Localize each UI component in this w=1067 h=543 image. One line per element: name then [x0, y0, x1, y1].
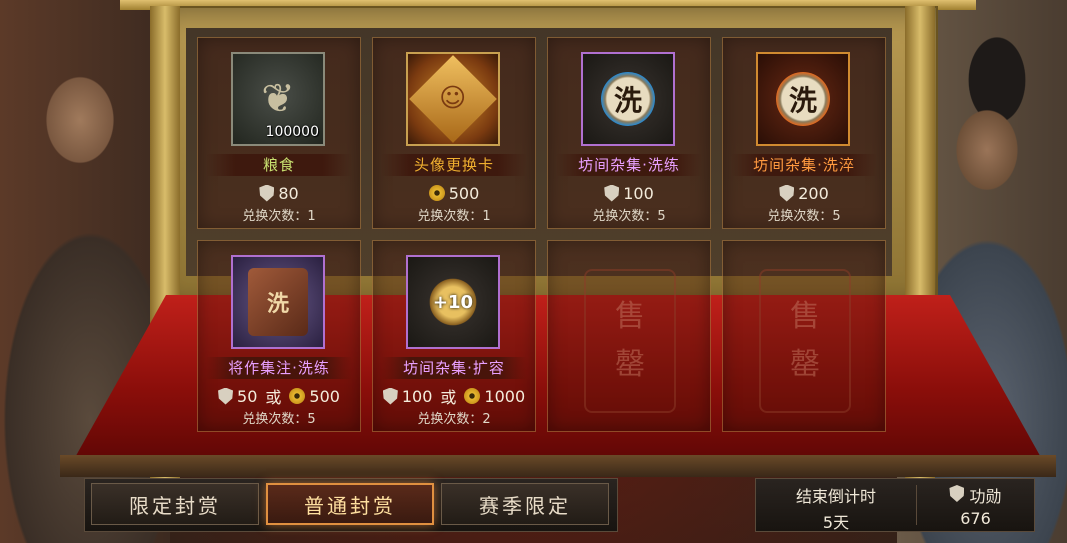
refine-fire-glyph: 洗	[776, 72, 830, 126]
merit-shield-icon	[382, 387, 398, 405]
sold-out-seal: 售 罄	[584, 269, 676, 413]
merit-shield-icon	[259, 184, 275, 202]
price-shield-value: 100	[623, 183, 654, 203]
book-glyph: 洗	[248, 268, 308, 336]
tab-season-limited[interactable]: 赛季限定	[441, 483, 609, 525]
exchange-count: 兑换次数：2	[417, 412, 491, 427]
shop-item-grain[interactable]: ❦ 100000 粮食 80 兑换次数：1	[197, 37, 361, 229]
merit-shield-icon	[949, 485, 965, 502]
refine-glyph: 洗	[601, 72, 655, 126]
avatar-card-glyph: ☺	[409, 55, 497, 143]
item-name: 坊间杂集·洗练	[556, 154, 702, 176]
sold-out-char: 售	[790, 299, 820, 334]
item-name: 坊间杂集·洗淬	[731, 154, 877, 176]
grain-glyph: ❦	[261, 76, 295, 122]
countdown-block: 结束倒计时 5天	[756, 483, 916, 533]
coin-icon	[464, 388, 481, 404]
tab-normal-reward[interactable]: 普通封赏	[266, 483, 434, 525]
countdown-label: 结束倒计时	[795, 487, 876, 506]
book-icon: 洗	[231, 255, 325, 349]
info-panel: 结束倒计时 5天 功勋 676	[755, 478, 1035, 532]
grain-icon: ❦ 100000	[231, 52, 325, 146]
avatar-card-icon: ☺	[406, 52, 500, 146]
price-or: 或	[440, 388, 457, 407]
bag-icon: +10	[406, 255, 500, 349]
item-price: 100	[548, 182, 710, 204]
item-price: 80	[198, 182, 360, 204]
countdown-value: 5天	[822, 513, 850, 532]
coin-icon	[428, 185, 445, 201]
item-price: 200	[723, 182, 885, 204]
refine-fire-icon: 洗	[756, 52, 850, 146]
item-name: 坊间杂集·扩容	[381, 357, 527, 379]
price-or: 或	[265, 388, 282, 407]
coin-icon	[289, 388, 306, 404]
price-shield-value: 80	[278, 183, 299, 203]
sold-out-char: 售	[615, 299, 645, 334]
merit-label: 功勋	[969, 487, 1002, 506]
item-quantity: 100000	[265, 124, 319, 140]
shop-item-refine-fire[interactable]: 洗 坊间杂集·洗淬 200 兑换次数：5	[722, 37, 886, 229]
price-coin-value: 1000	[484, 386, 526, 406]
price-coin-value: 500	[448, 183, 480, 203]
price-shield-value: 50	[237, 386, 258, 406]
merit-shield-icon	[604, 184, 620, 202]
item-price: 50 或 500	[198, 385, 360, 407]
price-shield-value: 200	[798, 183, 829, 203]
shop-item-refine[interactable]: 洗 坊间杂集·洗练 100 兑换次数：5	[547, 37, 711, 229]
exchange-count: 兑换次数：1	[242, 209, 316, 224]
merit-shield-icon	[779, 184, 795, 202]
item-price: 500	[373, 182, 535, 204]
exchange-count: 兑换次数：1	[417, 209, 491, 224]
table-edge	[60, 455, 1056, 477]
shop-item-book[interactable]: 洗 将作集注·洗练 50 或 500 兑换次数：5	[197, 240, 361, 432]
sold-out-char: 罄	[790, 347, 820, 382]
price-coin-value: 500	[309, 386, 340, 406]
merit-label-row: 功勋	[917, 483, 1034, 507]
tab-limited-reward[interactable]: 限定封赏	[91, 483, 259, 525]
price-shield-value: 100	[401, 386, 433, 406]
refine-icon: 洗	[581, 52, 675, 146]
exchange-count: 兑换次数：5	[592, 209, 666, 224]
sold-out-char: 罄	[615, 347, 645, 382]
merit-value: 676	[960, 509, 991, 528]
bag-glyph: +10	[426, 275, 480, 329]
item-price: 100 或 1000	[373, 385, 535, 407]
item-name: 将作集注·洗练	[206, 357, 352, 379]
item-name: 粮食	[206, 154, 352, 176]
shop-item-avatar-card[interactable]: ☺ 头像更换卡 500 兑换次数：1	[372, 37, 536, 229]
shop-tab-bar: 限定封赏 普通封赏 赛季限定	[84, 478, 618, 532]
item-name: 头像更换卡	[381, 154, 527, 176]
exchange-count: 兑换次数：5	[767, 209, 841, 224]
shop-slot-sold-out: 售 罄	[547, 240, 711, 432]
merit-shield-icon	[218, 387, 234, 405]
sold-out-seal: 售 罄	[759, 269, 851, 413]
shop-slot-sold-out: 售 罄	[722, 240, 886, 432]
merit-block: 功勋 676	[917, 483, 1034, 528]
exchange-count: 兑换次数：5	[242, 412, 316, 427]
shop-item-expand[interactable]: +10 坊间杂集·扩容 100 或 1000 兑换次数：2	[372, 240, 536, 432]
